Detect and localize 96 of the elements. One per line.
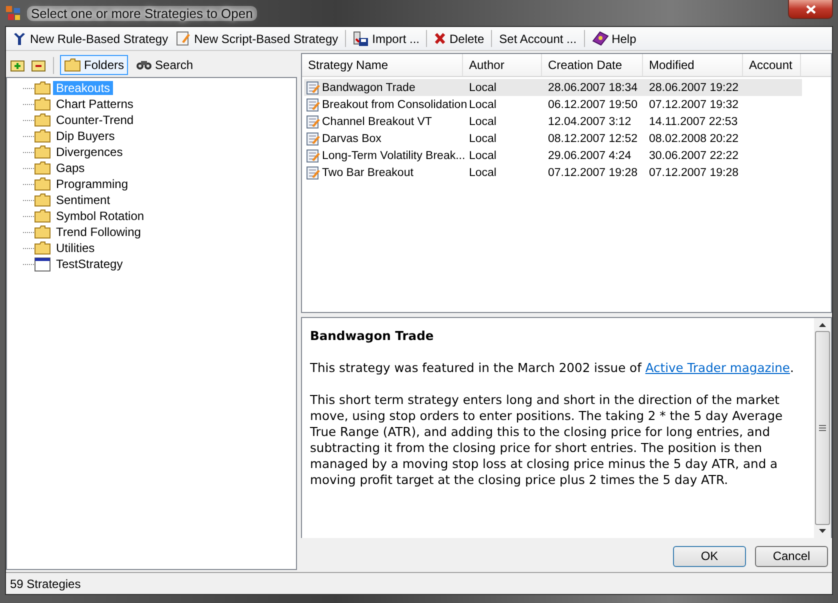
toolbar-button[interactable]: Import ... — [350, 28, 422, 48]
table-cell: 14.11.2007 22:53 — [649, 116, 738, 128]
document-pencil-icon — [306, 114, 320, 128]
add-folder-button[interactable] — [9, 58, 26, 72]
tree-item[interactable]: Gaps — [53, 161, 88, 175]
column-header[interactable]: Account — [743, 54, 801, 76]
column-header[interactable]: Creation Date — [542, 54, 643, 76]
tree-item[interactable]: Chart Patterns — [53, 97, 136, 111]
scroll-up-icon — [819, 323, 826, 328]
dialog-button[interactable]: Cancel — [755, 546, 828, 567]
table-row[interactable]: Breakout from Consolidation Local 06.12.2007 19:50 07.12.2007 19:32 — [304, 96, 802, 113]
magazine-link[interactable]: Active Trader magazine — [645, 361, 790, 376]
table-cell: 30.06.2007 22:22 — [649, 150, 739, 162]
folder-icon — [34, 241, 51, 255]
table-cell: Local — [469, 166, 496, 178]
table-row[interactable]: Darvas Box Local 08.12.2007 12:52 08.02.2008 20:22 — [304, 130, 802, 147]
table-cell: Local — [469, 82, 496, 94]
app-icon — [5, 5, 21, 21]
table-cell: Local — [469, 150, 496, 162]
table-cell: 28.06.2007 19:22 — [649, 82, 739, 94]
folder-icon — [34, 129, 51, 143]
toolbar-button[interactable]: New Rule-Based Strategy — [8, 28, 172, 48]
table-cell: Local — [469, 98, 496, 110]
folder-icon — [34, 97, 51, 111]
document-pencil-icon — [306, 148, 320, 162]
window-icon — [34, 256, 51, 272]
table-cell: Channel Breakout VT — [322, 116, 432, 128]
toolbar-button[interactable]: Delete — [431, 30, 488, 48]
table-cell: Breakout from Consolidation — [322, 98, 468, 110]
binoculars-icon — [136, 59, 152, 71]
table-cell: 08.02.2008 20:22 — [649, 132, 739, 144]
toolbar-button[interactable]: New Script-Based Strategy — [173, 29, 342, 48]
column-header[interactable]: Author — [463, 54, 542, 76]
tree-item[interactable]: Divergences — [53, 145, 126, 159]
close-button[interactable] — [788, 0, 833, 19]
pane-tab[interactable]: Search — [132, 55, 198, 75]
table-cell: Local — [469, 132, 496, 144]
document-pencil-icon — [306, 80, 320, 94]
add-folder-icon — [10, 58, 25, 72]
table-row[interactable]: Channel Breakout VT Local 12.04.2007 3:12 14.11.2007 22:53 — [304, 113, 802, 130]
dialog-button[interactable]: OK — [673, 546, 746, 567]
table-cell: 07.12.2007 19:28 — [649, 166, 739, 178]
folder-icon — [34, 225, 51, 239]
delete-icon — [434, 32, 446, 45]
table-cell: 12.04.2007 3:12 — [548, 116, 632, 128]
description-title: Bandwagon Trade — [310, 328, 435, 344]
edit-icon — [176, 31, 192, 46]
help-book-icon — [592, 31, 609, 46]
tree-item[interactable]: Utilities — [53, 241, 98, 255]
pane-tab[interactable]: Folders — [60, 55, 128, 75]
table-row[interactable]: Bandwagon Trade Local 28.06.2007 18:34 28.06.2007 19:22 — [304, 79, 802, 96]
table-cell: 07.12.2007 19:28 — [548, 166, 638, 178]
tree-item[interactable]: Counter-Trend — [53, 113, 137, 127]
table-cell: Two Bar Breakout — [322, 166, 414, 178]
table-cell: Local — [469, 116, 496, 128]
toolbar-button[interactable]: Set Account ... — [496, 30, 580, 48]
document-pencil-icon — [306, 166, 320, 180]
folder-icon — [34, 193, 51, 207]
import-icon — [353, 30, 370, 46]
close-icon — [806, 4, 816, 14]
table-cell: Bandwagon Trade — [322, 82, 416, 94]
tree-item[interactable]: TestStrategy — [53, 257, 126, 271]
tree-item[interactable]: Symbol Rotation — [53, 209, 148, 223]
scroll-down-icon — [819, 529, 826, 534]
table-row[interactable]: Long-Term Volatility Break... Local 29.06.2007 4:24 30.06.2007 22:22 — [304, 147, 802, 164]
description-paragraph: This short term strategy enters long and short in the direction of the market move, using stop orders to enter positions. The taking 2 * the 5 day Average True Range (ATR), and adding this to the closing price for long entries, and subtracting it from the closing price for short entries. The position is then managed by a moving stop loss at closing price minus the 5 day ATR, and a moving profit target at the closing price plus 2 times the 5 day ATR. — [310, 392, 784, 488]
tree-item[interactable]: Programming — [53, 177, 132, 191]
toolbar-button[interactable]: Help — [588, 29, 640, 48]
column-header[interactable]: Strategy Name — [302, 54, 463, 76]
remove-folder-button[interactable] — [30, 58, 47, 72]
document-pencil-icon — [306, 132, 320, 146]
folder-icon — [34, 161, 51, 175]
table-cell: Darvas Box — [322, 132, 382, 144]
table-row[interactable]: Two Bar Breakout Local 07.12.2007 19:28 07.12.2007 19:28 — [304, 164, 802, 181]
folder-icon — [34, 81, 51, 95]
grip-icon — [819, 425, 826, 432]
table-cell: 06.12.2007 19:50 — [548, 98, 638, 110]
folder-icon — [34, 113, 51, 127]
document-pencil-icon — [306, 98, 320, 112]
tree-item[interactable]: Sentiment — [53, 193, 114, 207]
status-text: 59 Strategies — [10, 576, 81, 590]
folder-icon — [34, 145, 51, 159]
table-cell: 08.12.2007 12:52 — [548, 132, 638, 144]
table-cell: 28.06.2007 18:34 — [548, 82, 638, 94]
remove-folder-icon — [31, 58, 46, 72]
folder-icon — [34, 209, 51, 223]
tree-item[interactable]: Trend Following — [53, 225, 144, 239]
tree-item[interactable]: Dip Buyers — [53, 129, 118, 143]
intro-paragraph: This strategy was featured in the March 2002 issue of Active Trader magazine. — [310, 360, 795, 376]
table-cell: 29.06.2007 4:24 — [548, 150, 632, 162]
column-header[interactable]: Modified — [643, 54, 743, 76]
table-cell: Long-Term Volatility Break... — [322, 150, 466, 162]
folder-icon — [64, 58, 81, 72]
folder-icon — [34, 177, 51, 191]
scrollbar[interactable] — [814, 318, 831, 538]
table-cell: 07.12.2007 19:32 — [649, 98, 739, 110]
